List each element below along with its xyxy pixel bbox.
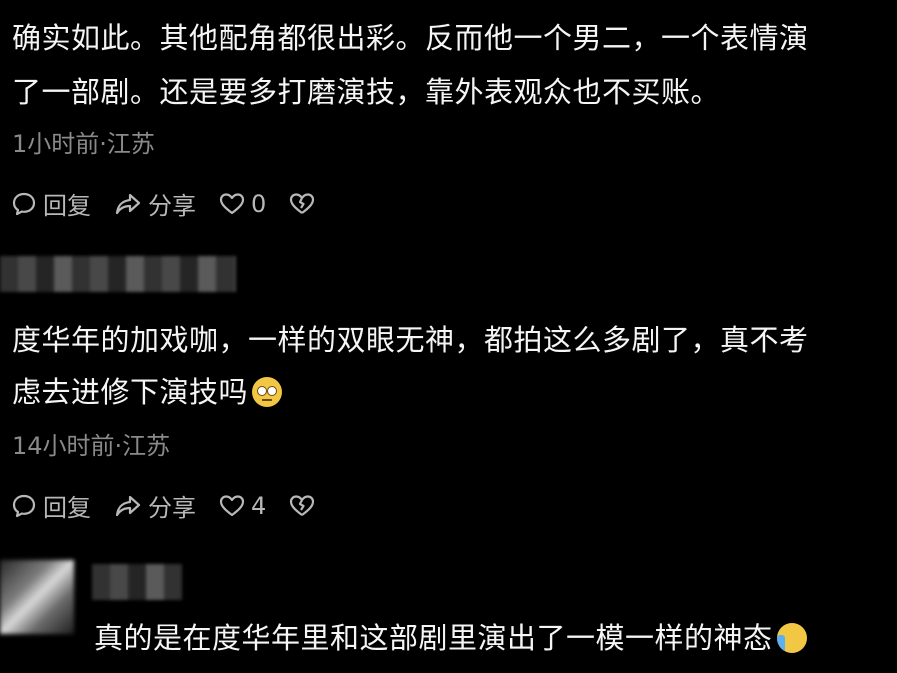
share-icon <box>115 495 141 516</box>
comment-1-text-line-2: 了一部剧。还是要多打磨演技，靠外表观众也不买账。 <box>12 75 721 109</box>
avatar[interactable] <box>0 560 74 634</box>
reply-label: 回复 <box>43 494 91 522</box>
reply-icon <box>12 494 36 517</box>
reply-button[interactable]: 回复 <box>10 488 91 523</box>
comment-1-meta: 1小时前·江苏 <box>12 130 155 158</box>
comment-3-text-line-1: 真的是在度华年里和这部剧里演出了一模一样的神态 <box>94 612 807 664</box>
like-count: 4 <box>251 491 267 520</box>
rolling-eyes-emoji-icon <box>252 377 283 407</box>
blurred-username <box>0 256 236 292</box>
dislike-button[interactable] <box>288 190 321 218</box>
comment-2-text-line-2: 虑去进修下演技吗 <box>12 366 283 418</box>
heart-icon <box>219 494 245 516</box>
share-icon <box>115 193 141 214</box>
like-button[interactable]: 4 <box>218 492 266 520</box>
share-label: 分享 <box>148 192 196 220</box>
share-button[interactable]: 分享 <box>113 186 196 221</box>
comment-2-meta: 14小时前·江苏 <box>12 432 171 460</box>
blurred-username <box>92 564 182 600</box>
comment-1-actions: 回复 分享 0 <box>10 186 343 221</box>
broken-heart-icon <box>290 494 315 516</box>
share-label: 分享 <box>148 494 196 522</box>
comment-1-text-line-1: 确实如此。其他配角都很出彩。反而他一个男二，一个表情演 <box>12 21 809 55</box>
broken-heart-icon <box>290 192 315 214</box>
share-button[interactable]: 分享 <box>113 488 196 523</box>
reply-icon <box>12 192 36 215</box>
like-count: 0 <box>251 189 267 218</box>
like-button[interactable]: 0 <box>218 190 266 218</box>
comment-2-actions: 回复 分享 4 <box>10 488 343 523</box>
dislike-button[interactable] <box>288 492 321 520</box>
reply-button[interactable]: 回复 <box>10 186 91 221</box>
heart-icon <box>219 192 245 214</box>
comment-2-text-line-1: 度华年的加戏咖，一样的双眼无神，都拍这么多剧了，真不考 <box>12 323 809 357</box>
crying-emoji-icon <box>776 623 807 653</box>
reply-label: 回复 <box>43 192 91 220</box>
